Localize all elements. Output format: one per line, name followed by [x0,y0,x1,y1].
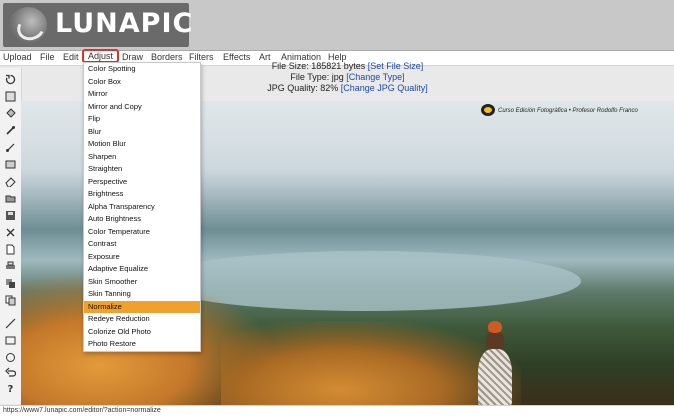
adjust-menu-item-brightness[interactable]: Brightness [84,188,200,200]
adjust-dropdown-menu: Color Spotting Color Box Mirror Mirror and … [83,62,201,352]
header: LUNAPIC [0,0,674,51]
adjust-menu-item-motion-blur[interactable]: Motion Blur [84,138,200,150]
watermark-label: Curso Edición Fotográfica • Profesor Rod… [498,108,638,114]
adjust-menu-item-color-box[interactable]: Color Box [84,76,200,88]
adjust-menu-item-skin-tanning[interactable]: Skin Tanning [84,288,200,300]
adjust-menu-item-adaptive-equalize[interactable]: Adaptive Equalize [84,263,200,275]
tool-sidebar: ? [0,68,22,404]
adjust-menu-item-flip[interactable]: Flip [84,113,200,125]
save-icon[interactable] [5,210,16,221]
change-jpg-quality-link[interactable]: [Change JPG Quality] [341,83,428,93]
rectangle-icon[interactable] [5,335,16,346]
jpg-quality-label: JPG Quality: 82% [267,83,339,93]
set-file-size-link[interactable]: [Set File Size] [368,61,424,71]
adjust-menu-item-color-spotting[interactable]: Color Spotting [84,63,200,75]
adjust-menu-item-contrast[interactable]: Contrast [84,238,200,250]
eyedropper-icon[interactable] [5,125,16,136]
circle-icon[interactable] [5,352,16,363]
print-icon[interactable] [5,261,16,272]
line-icon[interactable] [5,318,16,329]
bucket-icon[interactable] [5,108,16,119]
svg-text:?: ? [8,384,14,393]
photo-person [476,321,514,407]
adjust-menu-item-skin-smoother[interactable]: Skin Smoother [84,276,200,288]
adjust-menu-item-redeye-reduction[interactable]: Redeye Reduction [84,313,200,325]
adjust-menu-item-blur[interactable]: Blur [84,126,200,138]
adjust-menu-item-color-temperature[interactable]: Color Temperature [84,226,200,238]
logo-text: LUNAPIC [55,8,194,39]
adjust-menu-item-sharpen[interactable]: Sharpen [84,151,200,163]
watermark-logo-icon [481,104,495,116]
moon-logo-icon [9,7,47,43]
adjust-menu-item-alpha-transparency[interactable]: Alpha Transparency [84,201,200,213]
status-bar: https://www7.lunapic.com/editor/?action=… [0,405,674,417]
layers-icon[interactable] [5,278,16,289]
new-file-icon[interactable] [5,244,16,255]
file-size-label: File Size: 185821 bytes [271,61,366,71]
help-icon[interactable]: ? [5,382,16,393]
adjust-menu-item-normalize[interactable]: Normalize [84,300,200,313]
eraser-icon[interactable] [5,176,16,187]
close-icon[interactable] [5,227,16,238]
adjust-menu-item-auto-brightness[interactable]: Auto Brightness [84,213,200,225]
folder-icon[interactable] [5,193,16,204]
status-url: https://www7.lunapic.com/editor/?action=… [3,407,161,414]
adjust-menu-item-straighten[interactable]: Straighten [84,163,200,175]
adjust-menu-item-exposure[interactable]: Exposure [84,251,200,263]
adjust-menu-item-perspective[interactable]: Perspective [84,176,200,188]
change-type-link[interactable]: [Change Type] [346,72,404,82]
copy-icon[interactable] [5,295,16,306]
watermark-text: Curso Edición Fotográfica • Profesor Rod… [481,104,638,116]
file-type-label: File Type: jpg [290,72,344,82]
undo-icon[interactable] [5,367,16,378]
adjust-menu-item-mirror-and-copy[interactable]: Mirror and Copy [84,101,200,113]
adjust-menu-item-photo-restore[interactable]: Photo Restore [84,338,200,350]
brush-icon[interactable] [5,142,16,153]
text-icon[interactable] [5,159,16,170]
rotate-icon[interactable] [5,74,16,85]
adjust-menu-item-mirror[interactable]: Mirror [84,88,200,100]
lunapic-logo[interactable]: LUNAPIC [3,3,192,47]
adjust-menu-item-colorize-old-photo[interactable]: Colorize Old Photo [84,326,200,338]
crop-icon[interactable] [5,91,16,102]
